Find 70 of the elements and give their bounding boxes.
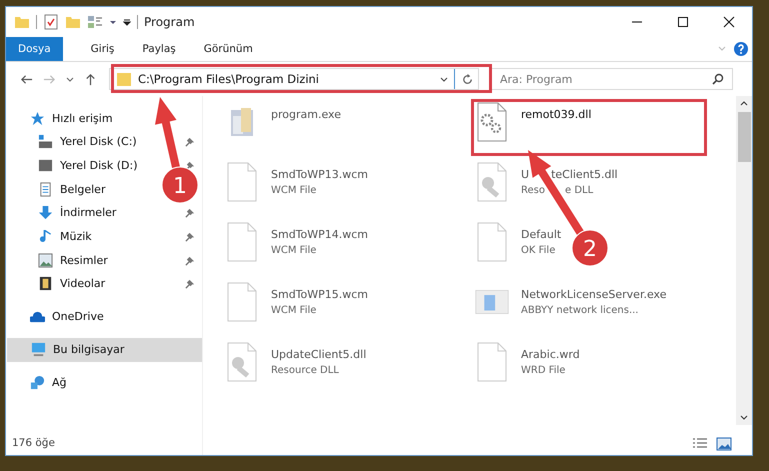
document-icon	[38, 182, 53, 197]
film-icon	[38, 276, 53, 292]
file-type: WCM File	[271, 305, 318, 316]
sidebar-item[interactable]: Ağ	[6, 370, 202, 395]
picture-icon	[38, 252, 53, 268]
file-name: SmdToWP14.wcm	[271, 228, 368, 241]
file-name: Default	[521, 228, 562, 241]
back-icon[interactable]	[20, 72, 33, 86]
ribbon-tab[interactable]: Paylaş	[128, 37, 190, 61]
item-count: 176 öğe	[12, 437, 55, 449]
drive-icon	[38, 134, 53, 150]
file-name: remot039.dll	[521, 108, 592, 121]
music-note-icon	[38, 229, 53, 244]
recent-caret-icon[interactable]	[66, 75, 74, 83]
ribbon-tab[interactable]: Görünüm	[190, 37, 267, 61]
help-icon[interactable]	[734, 42, 748, 56]
sidebar-item[interactable]: İndirmeler	[60, 206, 116, 220]
address-path: C:\Program Files\Program Dizini	[138, 72, 320, 86]
file-type: WRD File	[521, 365, 566, 376]
file-name: teClient5.dll	[551, 168, 618, 181]
file-type: Reso	[521, 185, 545, 196]
file-name: U	[521, 168, 530, 181]
caret-icon[interactable]	[109, 18, 117, 26]
pin-icon[interactable]	[185, 207, 196, 218]
address-bar[interactable]: C:\Program Files\Program Dizini	[109, 68, 479, 90]
up-icon[interactable]	[84, 72, 97, 86]
file-name: Arabic.wrd	[521, 348, 580, 361]
sidebar-item[interactable]: Videolar	[60, 277, 106, 290]
sidebar-item[interactable]: Müzik	[60, 230, 92, 244]
file-type: OK File	[521, 245, 556, 256]
sidebar-item[interactable]: OneDrive	[6, 304, 202, 329]
file-type: ABBYY network licens...	[521, 305, 640, 316]
sidebar-item[interactable]: Yerel Disk (C:)	[60, 135, 137, 148]
pin-icon[interactable]	[185, 254, 196, 266]
file-name: SmdToWP13.wcm	[271, 168, 368, 181]
sidebar-item[interactable]: Yerel Disk (D:)	[60, 159, 138, 172]
pin-icon[interactable]	[185, 231, 196, 242]
file-name: SmdToWP15.wcm	[271, 288, 368, 301]
search-field[interactable]: Ara: Program	[491, 68, 733, 90]
pin-icon[interactable]	[185, 278, 196, 290]
file-name: UpdateClient5.dll	[271, 348, 366, 361]
folder-icon	[116, 71, 132, 87]
sidebar-item[interactable]: Resimler	[60, 254, 108, 267]
download-icon	[38, 205, 53, 220]
pin-icon[interactable]	[185, 136, 196, 148]
scrollbar[interactable]	[736, 96, 752, 425]
view-list-icon[interactable]	[87, 14, 103, 30]
search-icon[interactable]	[712, 73, 724, 85]
customize-caret-icon[interactable]	[123, 18, 131, 26]
file-name: program.exe	[271, 108, 341, 121]
ribbon-tab[interactable]: Giriş	[76, 37, 128, 61]
network-icon	[30, 375, 45, 390]
dropdown-icon[interactable]	[440, 75, 448, 83]
file-type: e DLL	[564, 185, 594, 196]
ribbon-tab[interactable]: Dosya	[6, 37, 63, 61]
cloud-icon	[30, 309, 45, 324]
properties-icon[interactable]	[43, 14, 59, 30]
sidebar-item[interactable]: Bu bilgisayar	[7, 338, 202, 362]
gears-file-icon[interactable]	[475, 102, 509, 142]
monitor-icon	[31, 342, 46, 358]
sidebar-item[interactable]: Belgeler	[60, 182, 106, 196]
file-type: Resource DLL	[271, 365, 340, 376]
file-name: NetworkLicenseServer.exe	[521, 288, 666, 301]
star-icon	[30, 110, 45, 126]
file-type: WCM File	[271, 245, 318, 256]
scrollbar-thumb[interactable]	[738, 112, 750, 162]
drive-icon	[38, 158, 53, 174]
file-type: WCM File	[271, 185, 318, 196]
large-icons-view-icon[interactable]	[716, 437, 732, 451]
window-title: Program	[144, 15, 195, 29]
